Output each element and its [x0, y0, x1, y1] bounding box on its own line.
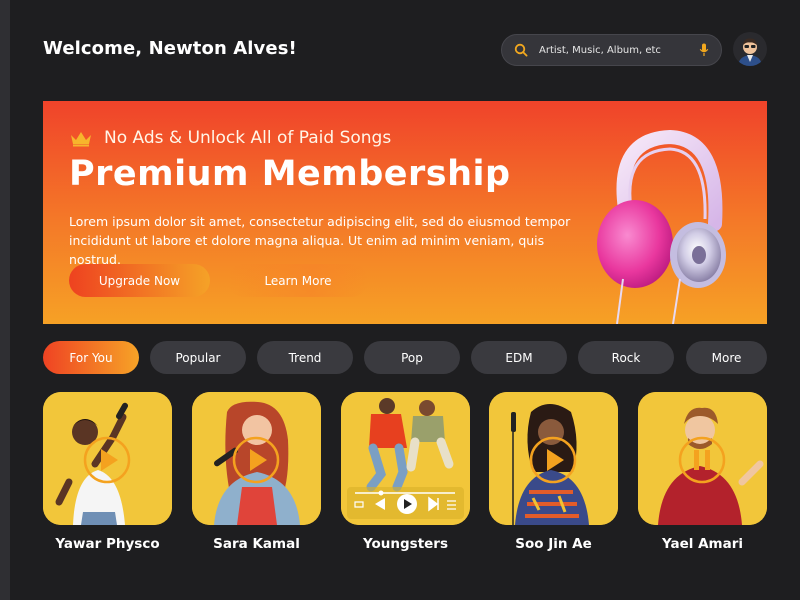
- headphones-illustration: [597, 129, 726, 324]
- artist-photo[interactable]: [43, 392, 172, 525]
- chip-trend[interactable]: Trend: [257, 341, 353, 374]
- search-input[interactable]: [539, 44, 693, 56]
- artist-cards: Yawar Physco Sara Kamal Youngsters Soo J…: [43, 392, 767, 562]
- upgrade-now-button[interactable]: Upgrade Now: [69, 264, 210, 297]
- artist-name: Youngsters: [362, 536, 449, 552]
- pause-icon: [694, 450, 699, 470]
- artist-name: Yael Amari: [661, 536, 744, 552]
- premium-banner: No Ads & Unlock All of Paid Songs Premiu…: [43, 101, 767, 324]
- chip-popular[interactable]: Popular: [150, 341, 246, 374]
- artist-photo[interactable]: [638, 392, 767, 525]
- artist-card[interactable]: Youngsters: [341, 392, 470, 552]
- artist-card[interactable]: Soo Jin Ae: [489, 392, 618, 552]
- artist-card[interactable]: Sara Kamal: [192, 392, 321, 552]
- chip-more[interactable]: More: [686, 341, 767, 374]
- artist-name: Yawar Physco: [55, 536, 160, 552]
- artist-name: Sara Kamal: [213, 536, 300, 552]
- search-icon: [514, 43, 528, 57]
- chip-pop[interactable]: Pop: [364, 341, 460, 374]
- genre-filter-bar: For You Popular Trend Pop EDM Rock More: [43, 341, 767, 374]
- avatar[interactable]: [733, 32, 767, 66]
- crown-icon: [71, 132, 91, 147]
- banner-title: Premium Membership: [69, 154, 511, 194]
- artist-photo[interactable]: [192, 392, 321, 525]
- artist-card[interactable]: Yawar Physco: [43, 392, 172, 552]
- banner-description: Lorem ipsum dolor sit amet, consectetur …: [69, 214, 571, 267]
- artist-photo[interactable]: [489, 392, 618, 525]
- artist-name: Soo Jin Ae: [515, 536, 592, 552]
- artist-photo[interactable]: [341, 392, 470, 525]
- welcome-heading: Welcome, Newton Alves!: [43, 38, 297, 59]
- chip-edm[interactable]: EDM: [471, 341, 567, 374]
- mic-icon[interactable]: [699, 43, 709, 57]
- artist-card[interactable]: Yael Amari: [638, 392, 767, 552]
- banner-subtitle: No Ads & Unlock All of Paid Songs: [104, 128, 392, 148]
- chip-rock[interactable]: Rock: [578, 341, 674, 374]
- learn-more-button[interactable]: Learn More: [228, 264, 368, 297]
- chip-for-you[interactable]: For You: [43, 341, 139, 374]
- sidebar-edge: [0, 0, 10, 600]
- search-bar[interactable]: [501, 34, 722, 66]
